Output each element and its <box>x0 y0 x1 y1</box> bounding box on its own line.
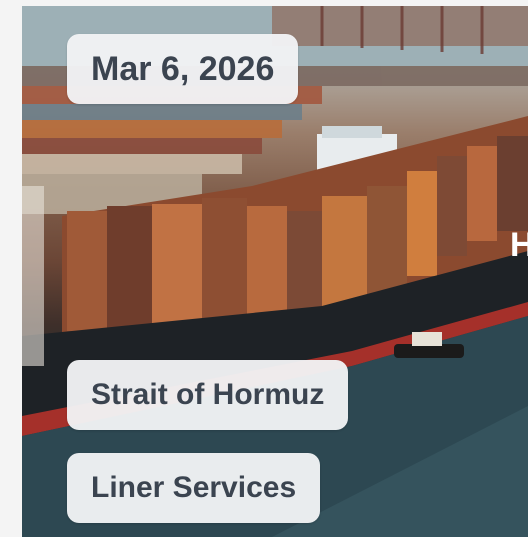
hull-lettering: H <box>510 226 528 264</box>
date-badge: Mar 6, 2026 <box>67 34 299 104</box>
tag-region[interactable]: Strait of Hormuz <box>67 360 349 430</box>
news-card[interactable]: H Mar 6, 2026 Strait of Hormuz Liner Ser… <box>22 6 528 537</box>
tag-category[interactable]: Liner Services <box>67 453 321 523</box>
